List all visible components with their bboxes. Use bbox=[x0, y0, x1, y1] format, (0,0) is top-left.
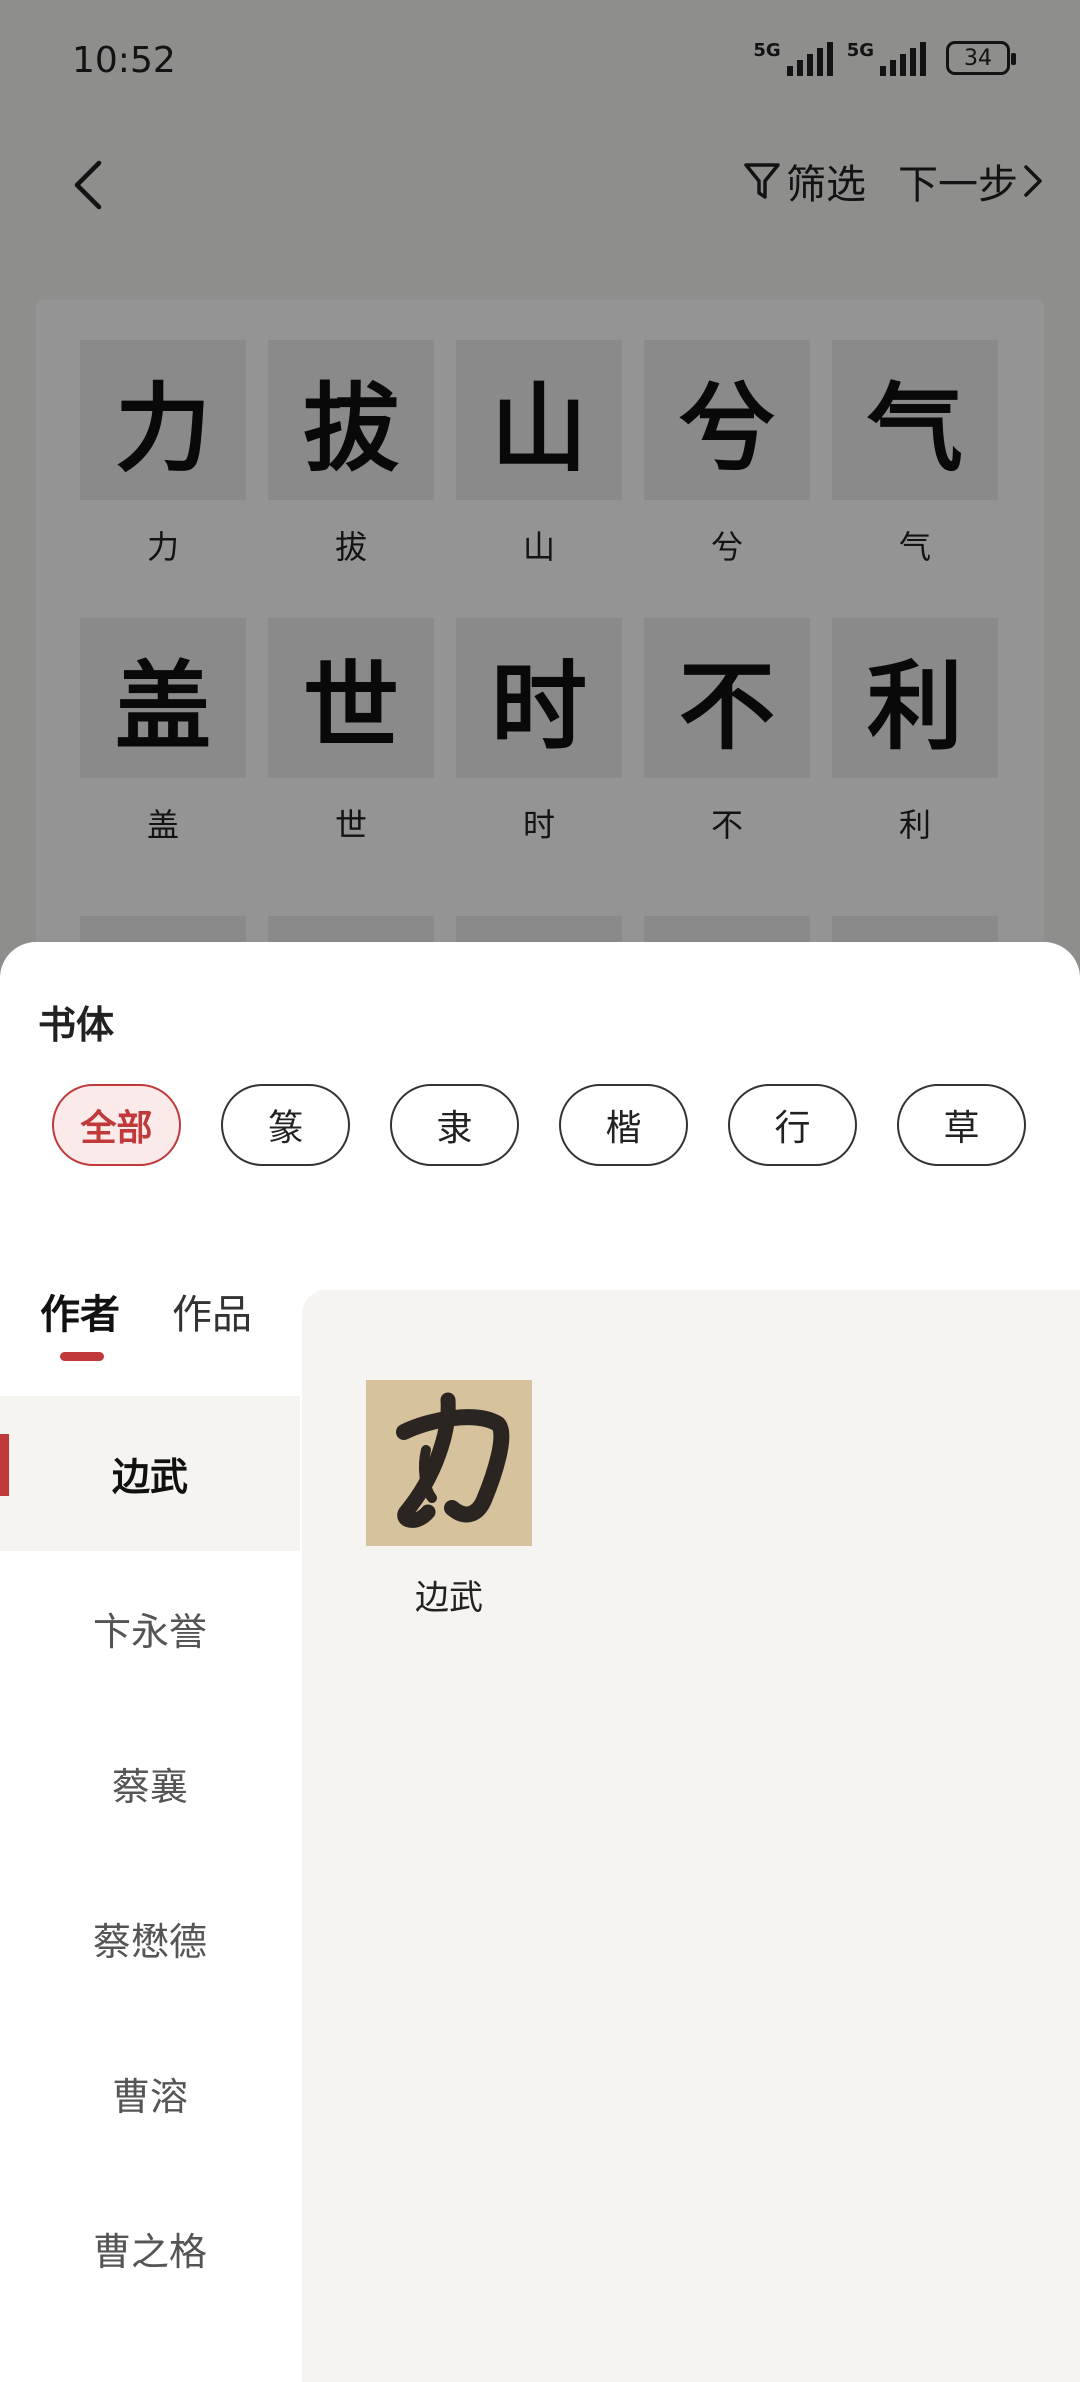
author-item[interactable]: 曹之格 bbox=[0, 2171, 300, 2326]
tab-works[interactable]: 作品 bbox=[172, 1282, 252, 1362]
script-chip[interactable]: 行 bbox=[728, 1084, 857, 1166]
script-chip[interactable]: 篆 bbox=[221, 1084, 350, 1166]
script-chip[interactable]: 楷 bbox=[559, 1084, 688, 1166]
author-item[interactable]: 卞永誉 bbox=[0, 1551, 300, 1706]
author-name: 曹溶 bbox=[111, 2075, 188, 2119]
author-name: 蔡懋德 bbox=[92, 1920, 207, 1964]
calligraphy-thumbnail bbox=[366, 1380, 532, 1546]
author-name: 蔡襄 bbox=[111, 1765, 188, 1809]
script-chip[interactable]: 草 bbox=[897, 1084, 1026, 1166]
works-panel: 边武 bbox=[302, 1290, 1080, 2382]
active-tab-indicator bbox=[60, 1352, 104, 1361]
calligraphy-image bbox=[366, 1380, 532, 1546]
selected-indicator bbox=[0, 1434, 9, 1496]
tab-authors[interactable]: 作者 bbox=[40, 1282, 120, 1362]
author-name: 曹之格 bbox=[92, 2230, 207, 2274]
work-author-label: 边武 bbox=[415, 1578, 483, 1618]
author-name: 边武 bbox=[111, 1455, 188, 1499]
author-item[interactable]: 蔡襄 bbox=[0, 1706, 300, 1861]
author-item[interactable]: 蔡懋德 bbox=[0, 1861, 300, 2016]
author-item[interactable]: 边武 bbox=[0, 1396, 300, 1551]
script-style-title: 书体 bbox=[38, 1003, 115, 1047]
script-chip[interactable]: 隶 bbox=[390, 1084, 519, 1166]
tab-bar: 作者 作品 bbox=[40, 1282, 252, 1362]
script-style-chips: 全部篆隶楷行草 bbox=[52, 1084, 1026, 1166]
work-item[interactable]: 边武 bbox=[366, 1380, 532, 1619]
script-chip[interactable]: 全部 bbox=[52, 1084, 181, 1166]
author-item[interactable]: 曹溶 bbox=[0, 2016, 300, 2171]
filter-sheet: 书体 全部篆隶楷行草 作者 作品 边武卞永誉蔡襄蔡懋德曹溶曹之格 边武 bbox=[0, 942, 1080, 2382]
author-list: 边武卞永誉蔡襄蔡懋德曹溶曹之格 bbox=[0, 1396, 300, 2326]
author-name: 卞永誉 bbox=[92, 1610, 207, 1654]
